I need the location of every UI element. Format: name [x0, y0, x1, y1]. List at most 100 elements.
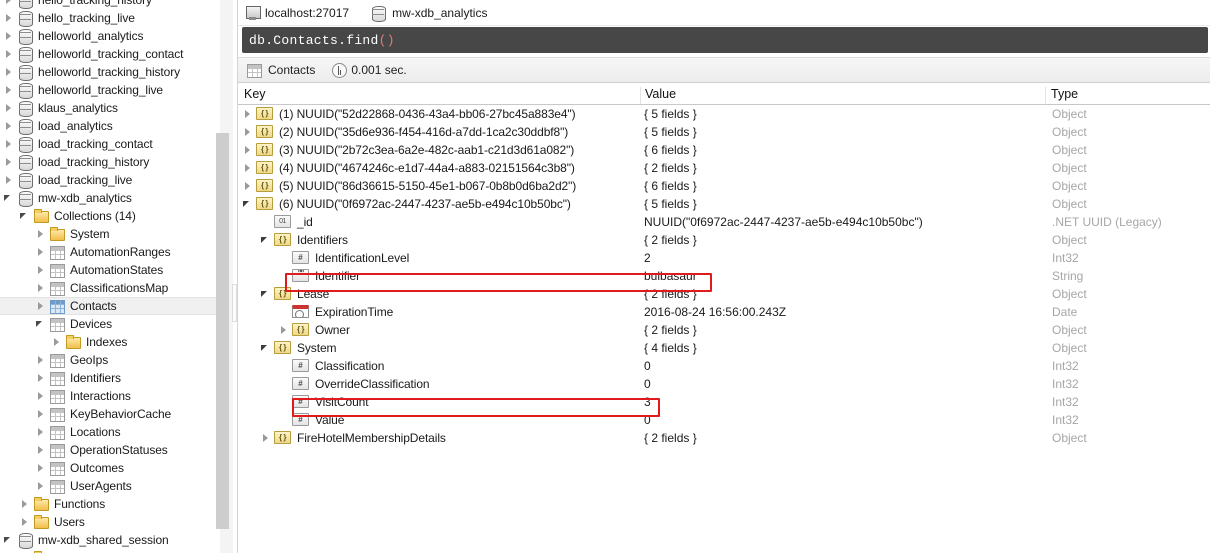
expand-triangle-icon[interactable]: [50, 333, 64, 351]
tree-item-helloworld-tracking-contact[interactable]: helloworld_tracking_contact: [0, 45, 222, 63]
table-row[interactable]: { } Identifiers { 2 fields } Object: [238, 231, 1210, 249]
table-row[interactable]: { } System { 4 fields } Object: [238, 339, 1210, 357]
sidebar-scrollbar-thumb[interactable]: [216, 133, 229, 529]
tree-item-load-analytics[interactable]: load_analytics: [0, 117, 222, 135]
tree-item-load-tracking-live[interactable]: load_tracking_live: [0, 171, 222, 189]
tree-item-mw-xdb-analytics[interactable]: mw-xdb_analytics: [0, 189, 222, 207]
table-row[interactable]: # VisitCount 3 Int32: [238, 393, 1210, 411]
server-indicator[interactable]: localhost:27017: [245, 5, 349, 20]
collapse-triangle-icon[interactable]: [242, 195, 255, 213]
database-tree-panel[interactable]: hello_tracking_history hello_tracking_liv…: [0, 0, 238, 553]
collapse-triangle-icon[interactable]: [2, 189, 16, 207]
expand-triangle-icon[interactable]: [18, 549, 32, 553]
expand-triangle-icon[interactable]: [2, 63, 16, 81]
tree-item-hello-tracking-history[interactable]: hello_tracking_history: [0, 0, 222, 9]
expand-triangle-icon[interactable]: [34, 225, 48, 243]
expand-triangle-icon[interactable]: [34, 369, 48, 387]
tree-item-system[interactable]: System: [0, 225, 222, 243]
column-header-type[interactable]: Type: [1045, 87, 1205, 104]
collapse-triangle-icon[interactable]: [34, 315, 48, 333]
expand-triangle-icon[interactable]: [2, 45, 16, 63]
tree-item-functions[interactable]: Functions: [0, 495, 222, 513]
tree-item-outcomes[interactable]: Outcomes: [0, 459, 222, 477]
tree-item-load-tracking-contact[interactable]: load_tracking_contact: [0, 135, 222, 153]
table-row[interactable]: { } (3) NUUID("2b72c3ea-6a2e-482c-aab1-c2…: [238, 141, 1210, 159]
tree-item-indexes[interactable]: Indexes: [0, 333, 222, 351]
table-row[interactable]: { } FireHotelMembershipDetails { 2 fields …: [238, 429, 1210, 447]
expand-triangle-icon[interactable]: [2, 135, 16, 153]
table-row[interactable]: # IdentificationLevel 2 Int32: [238, 249, 1210, 267]
expand-triangle-icon[interactable]: [242, 123, 255, 141]
expand-triangle-icon[interactable]: [34, 261, 48, 279]
tree-item-helloworld-tracking-history[interactable]: helloworld_tracking_history: [0, 63, 222, 81]
table-row[interactable]: { } Owner { 2 fields } Object: [238, 321, 1210, 339]
column-header-key[interactable]: Key: [238, 87, 640, 104]
tree-item-collections-3[interactable]: Collections (3): [0, 549, 222, 553]
tree-item-geoips[interactable]: GeoIps: [0, 351, 222, 369]
expand-triangle-icon[interactable]: [260, 429, 273, 447]
collapse-triangle-icon[interactable]: [260, 339, 273, 357]
expand-triangle-icon[interactable]: [34, 297, 48, 315]
expand-triangle-icon[interactable]: [34, 459, 48, 477]
expand-triangle-icon[interactable]: [278, 321, 291, 339]
table-row[interactable]: { } (1) NUUID("52d22868-0436-43a4-bb06-27…: [238, 105, 1210, 123]
expand-triangle-icon[interactable]: [34, 387, 48, 405]
tree-item-mw-xdb-shared-session[interactable]: mw-xdb_shared_session: [0, 531, 222, 549]
table-row[interactable]: "" Identifier bulbasaur String: [238, 267, 1210, 285]
expand-triangle-icon[interactable]: [2, 99, 16, 117]
expand-triangle-icon[interactable]: [34, 423, 48, 441]
table-row[interactable]: { } (2) NUUID("35d6e936-f454-416d-a7dd-1c…: [238, 123, 1210, 141]
table-row[interactable]: { } (5) NUUID("86d36615-5150-45e1-b067-0b…: [238, 177, 1210, 195]
table-row[interactable]: # Value 0 Int32: [238, 411, 1210, 429]
table-row[interactable]: { } (4) NUUID("4674246c-e1d7-44a4-a883-02…: [238, 159, 1210, 177]
collapse-triangle-icon[interactable]: [18, 207, 32, 225]
tree-item-collections-14[interactable]: Collections (14): [0, 207, 222, 225]
expand-triangle-icon[interactable]: [242, 105, 255, 123]
expand-triangle-icon[interactable]: [2, 153, 16, 171]
query-input[interactable]: db.Contacts.find(): [242, 27, 1208, 53]
tree-item-automationranges[interactable]: AutomationRanges: [0, 243, 222, 261]
table-row[interactable]: ExpirationTime 2016-08-24 16:56:00.243Z Da…: [238, 303, 1210, 321]
collapse-triangle-icon[interactable]: [2, 531, 16, 549]
grid-body[interactable]: { } (1) NUUID("52d22868-0436-43a4-bb06-27…: [238, 105, 1210, 447]
collapse-triangle-icon[interactable]: [260, 231, 273, 249]
expand-triangle-icon[interactable]: [2, 9, 16, 27]
tree-item-contacts[interactable]: Contacts: [0, 297, 222, 315]
tree-item-helloworld-analytics[interactable]: helloworld_analytics: [0, 27, 222, 45]
tree-item-identifiers[interactable]: Identifiers: [0, 369, 222, 387]
table-row[interactable]: # OverrideClassification 0 Int32: [238, 375, 1210, 393]
expand-triangle-icon[interactable]: [34, 279, 48, 297]
tree-item-helloworld-tracking-live[interactable]: helloworld_tracking_live: [0, 81, 222, 99]
expand-triangle-icon[interactable]: [34, 351, 48, 369]
expand-triangle-icon[interactable]: [2, 117, 16, 135]
table-row[interactable]: { } Lease { 2 fields } Object: [238, 285, 1210, 303]
expand-triangle-icon[interactable]: [18, 495, 32, 513]
tree-item-devices[interactable]: Devices: [0, 315, 222, 333]
result-collection[interactable]: Contacts: [245, 62, 315, 78]
expand-triangle-icon[interactable]: [34, 405, 48, 423]
expand-triangle-icon[interactable]: [34, 477, 48, 495]
tree-item-keybehaviorcache[interactable]: KeyBehaviorCache: [0, 405, 222, 423]
tree-item-locations[interactable]: Locations: [0, 423, 222, 441]
database-indicator[interactable]: mw-xdb_analytics: [369, 5, 487, 22]
expand-triangle-icon[interactable]: [2, 27, 16, 45]
expand-triangle-icon[interactable]: [2, 171, 16, 189]
tree-item-klaus-analytics[interactable]: klaus_analytics: [0, 99, 222, 117]
table-row[interactable]: { } (6) NUUID("0f6972ac-2447-4237-ae5b-e4…: [238, 195, 1210, 213]
panel-splitter-handle[interactable]: [232, 284, 237, 322]
expand-triangle-icon[interactable]: [242, 177, 255, 195]
sidebar-scrollbar-track[interactable]: [216, 0, 233, 553]
tree-item-automationstates[interactable]: AutomationStates: [0, 261, 222, 279]
expand-triangle-icon[interactable]: [242, 159, 255, 177]
tree-item-operationstatuses[interactable]: OperationStatuses: [0, 441, 222, 459]
expand-triangle-icon[interactable]: [34, 441, 48, 459]
tree-item-users[interactable]: Users: [0, 513, 222, 531]
table-row[interactable]: 01 _id NUUID("0f6972ac-2447-4237-ae5b-e494…: [238, 213, 1210, 231]
tree-item-load-tracking-history[interactable]: load_tracking_history: [0, 153, 222, 171]
table-row[interactable]: # Classification 0 Int32: [238, 357, 1210, 375]
database-tree[interactable]: hello_tracking_history hello_tracking_liv…: [0, 0, 222, 553]
expand-triangle-icon[interactable]: [34, 243, 48, 261]
tree-item-useragents[interactable]: UserAgents: [0, 477, 222, 495]
collapse-triangle-icon[interactable]: [260, 285, 273, 303]
expand-triangle-icon[interactable]: [242, 141, 255, 159]
